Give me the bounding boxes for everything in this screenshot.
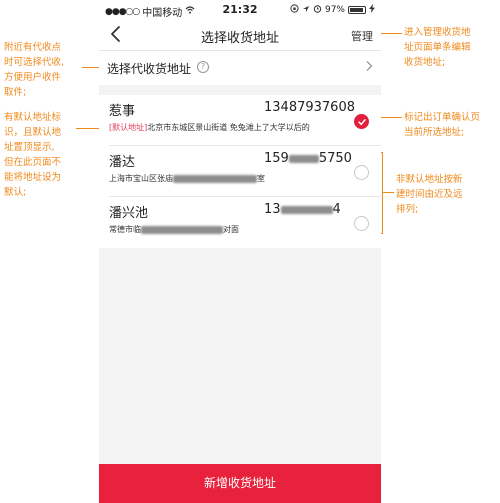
address-suffix: 对面 [223,225,239,234]
redacted-blur [288,154,319,163]
annotation-default-address: 有默认地址标 识，且默认地 址置顶显示, 但在此页面不 能将地址设为 默认; [4,110,98,200]
annotation-line: 非默认地址按新 [396,174,463,185]
annotation-line: 排列; [396,204,419,215]
agent-row-label: 选择代收货地址 [107,62,192,76]
page-title: 选择收货地址 [200,31,279,46]
address-list: 惹事 13487937608 [默认地址]北京市东城区景山街道 免兔滩上了大学以… [99,95,381,248]
selected-radio[interactable] [354,114,369,129]
battery-percent: 97% [324,5,345,15]
add-address-button[interactable]: 新增收货地址 [99,464,381,503]
recipient-name: 潘兴池 [109,206,149,221]
annotation-line: 址页面单条编辑 [404,42,471,53]
manage-button[interactable]: 管理 [351,28,373,44]
phone-suffix: 5750 [318,151,352,166]
annotation-line: 建时间由近及远 [396,189,463,200]
battery-icon [348,6,366,14]
annotation-line: 能将地址设为 [4,172,62,183]
unselected-radio[interactable] [354,165,369,180]
address-detail: 上海市宝山区张庙 室 [109,173,265,184]
unselected-radio[interactable] [354,216,369,231]
charging-icon [369,4,375,16]
annotation-line: 但在此页面不 [4,157,62,168]
select-agent-address-row[interactable]: 选择代收货地址 ? [99,51,381,85]
annotation-line: 标记出订单确认页 [404,112,481,123]
annotation-line: 进入管理收货地 [404,27,471,38]
alarm-icon [313,4,322,16]
recipient-name: 惹事 [109,104,136,119]
redacted-blur [280,205,333,214]
annotation-arrow [382,192,394,193]
help-icon[interactable]: ? [197,61,209,73]
rotation-lock-icon [290,4,299,16]
annotation-manage: 进入管理收货地 址页面单条编辑 收货地址; [404,25,498,70]
annotation-line: 有默认地址标 [4,112,62,123]
annotation-line: 当前所选地址; [404,127,465,138]
redacted-blur [141,225,223,234]
phone-prefix: 13 [264,202,281,217]
annotation-line: 收货地址; [404,57,446,68]
annotation-line: 址置顶显示, [4,142,55,153]
address-suffix: 室 [257,174,265,183]
address-detail: [默认地址]北京市东城区景山街道 免兔滩上了大学以后的 [109,122,310,133]
location-icon [302,5,310,16]
address-text: 北京市东城区景山街道 免兔滩上了大学以后的 [147,123,310,132]
annotation-sort-order: 非默认地址按新 建时间由近及远 排列; [396,172,496,217]
status-bar: ●●●○○ 中国移动 21:32 97% [99,0,381,20]
address-item[interactable]: 潘兴池 13 4 常德市临 对面 [99,197,381,248]
address-prefix: 上海市宝山区张庙 [109,174,173,183]
annotation-line: 默认; [4,187,27,198]
recipient-phone: 13 4 [264,202,341,217]
annotation-line: 方便用户收件 [4,72,62,83]
nav-bar: 选择收货地址 管理 [99,20,381,51]
annotation-selected: 标记出订单确认页 当前所选地址; [404,110,500,140]
default-address-tag: [默认地址] [109,123,148,132]
recipient-phone: 159 5750 [264,151,352,166]
recipient-phone: 13487937608 [264,100,355,115]
recipient-name: 潘达 [109,155,136,170]
annotation-line: 附近有代收点 [4,42,62,53]
annotation-agent-pickup: 附近有代收点 时可选择代收, 方便用户收件 取件; [4,40,98,100]
chevron-right-icon [365,60,373,76]
address-detail: 常德市临 对面 [109,224,239,235]
address-item[interactable]: 惹事 13487937608 [默认地址]北京市东城区景山街道 免兔滩上了大学以… [99,95,381,146]
address-item[interactable]: 潘达 159 5750 上海市宝山区张庙 室 [99,146,381,197]
phone-screen: ●●●○○ 中国移动 21:32 97% 选择收货地址 管理 选择代收货地址 ?… [99,0,381,503]
address-prefix: 常德市临 [109,225,141,234]
phone-prefix: 159 [264,151,289,166]
annotation-line: 取件; [4,87,27,98]
checkmark-icon [358,119,366,126]
redacted-blur [173,174,257,183]
phone-suffix: 4 [332,202,341,217]
